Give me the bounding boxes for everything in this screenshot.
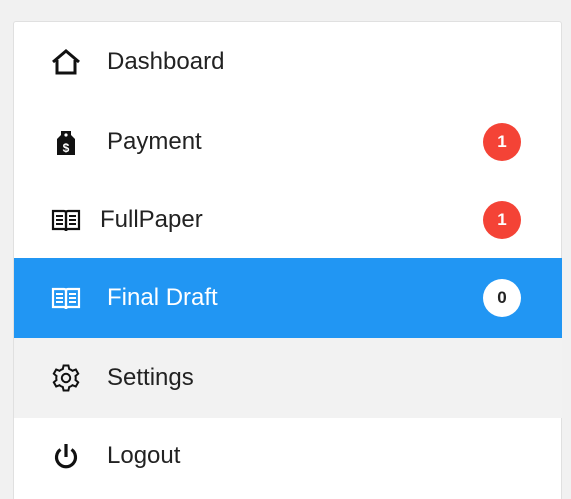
menu-item-fullpaper[interactable]: FullPaper 1 <box>14 180 562 260</box>
power-icon <box>50 440 82 472</box>
notification-badge: 0 <box>483 279 521 317</box>
menu-item-final-draft[interactable]: Final Draft 0 <box>14 258 562 338</box>
menu-item-payment[interactable]: $ Payment 1 <box>14 102 562 182</box>
menu-item-label: Settings <box>107 364 194 391</box>
menu-item-label: Payment <box>107 128 202 155</box>
home-icon <box>50 46 82 78</box>
menu-item-label: Logout <box>107 442 181 469</box>
notification-badge: 1 <box>483 123 521 161</box>
menu-item-dashboard[interactable]: Dashboard <box>14 22 562 102</box>
svg-text:$: $ <box>63 141 70 155</box>
menu-item-settings[interactable]: Settings <box>14 338 562 418</box>
gear-icon <box>50 362 82 394</box>
payment-tag-icon: $ <box>50 126 82 158</box>
menu-item-label: Final Draft <box>107 284 218 311</box>
notification-badge: 1 <box>483 201 521 239</box>
menu-item-label: FullPaper <box>100 206 203 233</box>
open-book-icon <box>50 204 82 236</box>
menu-item-logout[interactable]: Logout <box>14 416 562 496</box>
sidebar-menu: Dashboard $ Payment 1 FullPaper 1 Final … <box>13 21 562 499</box>
menu-item-label: Dashboard <box>107 48 225 75</box>
open-book-icon <box>50 282 82 314</box>
